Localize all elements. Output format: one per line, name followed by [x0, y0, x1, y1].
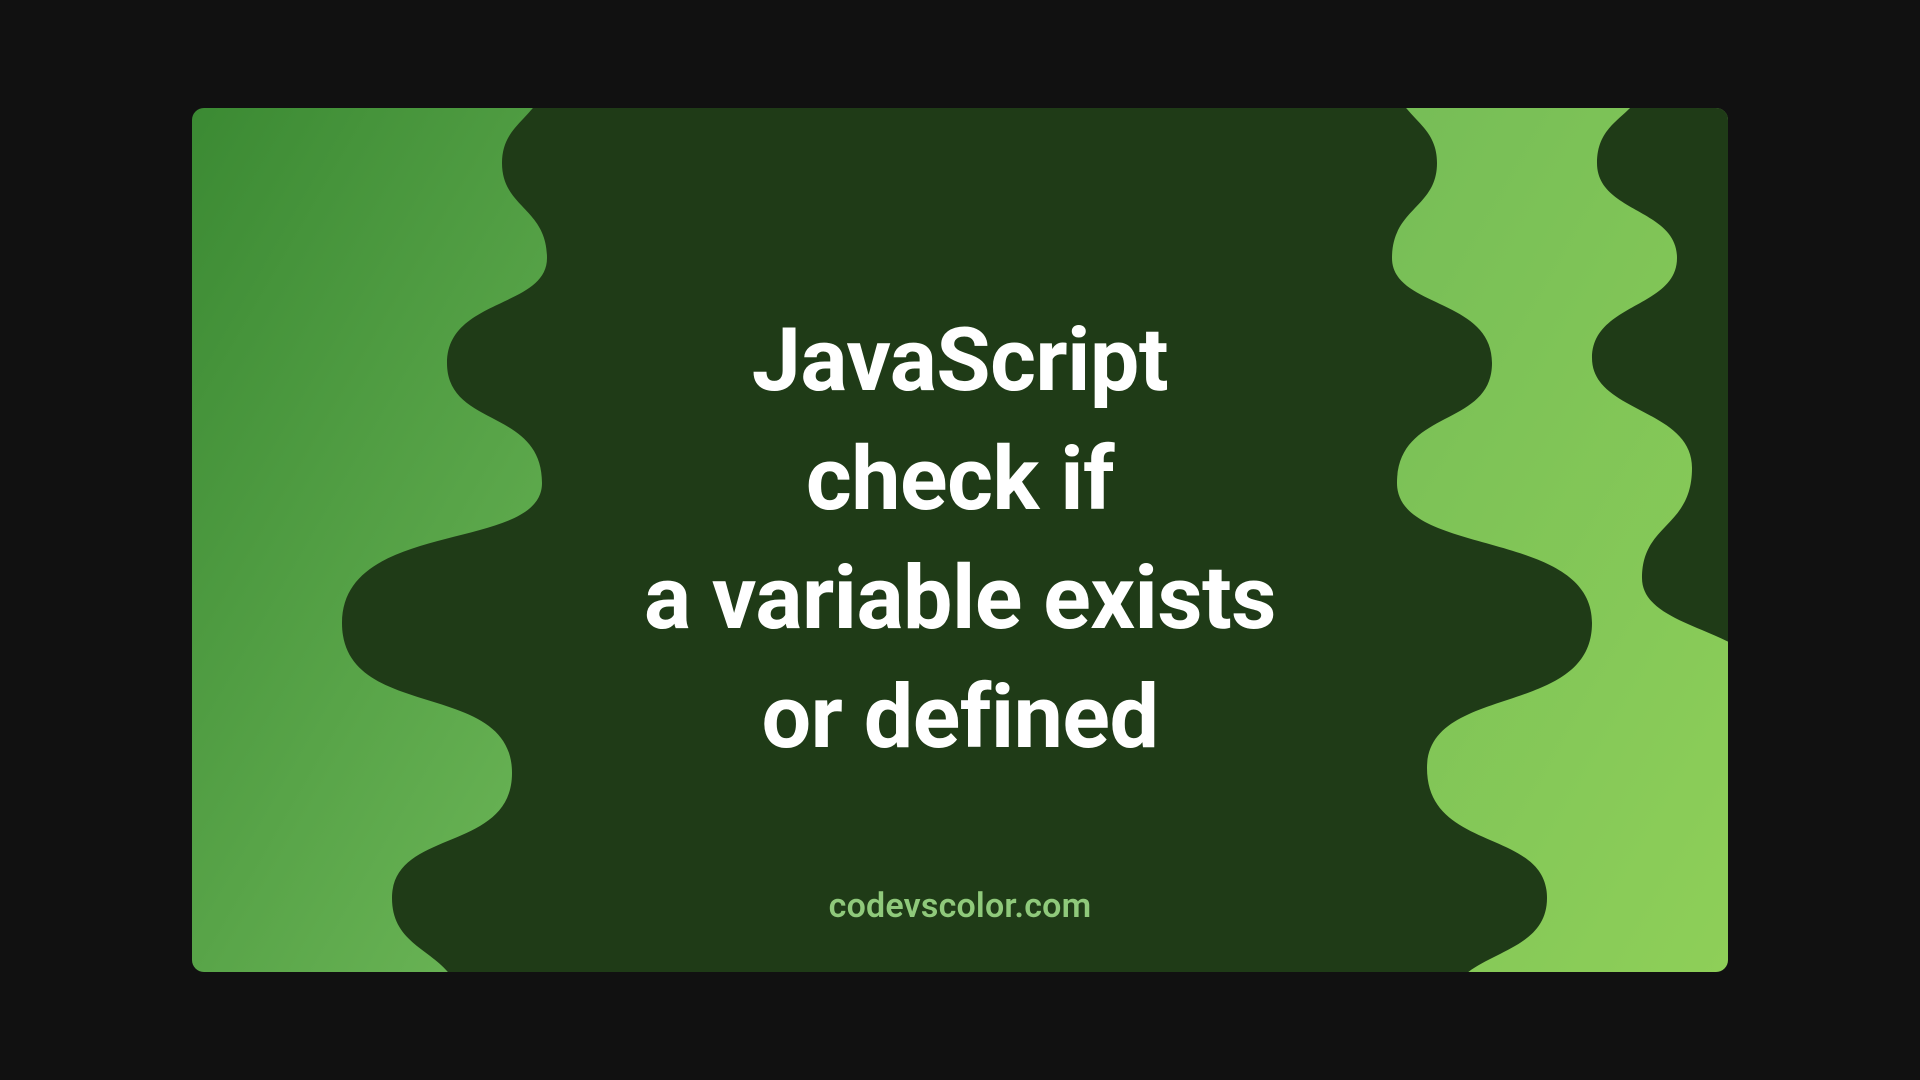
attribution-text: codevscolor.com — [192, 886, 1728, 926]
headline: JavaScript check if a variable exists or… — [644, 302, 1276, 777]
headline-line-3: a variable exists — [644, 540, 1276, 659]
headline-line-1: JavaScript — [644, 302, 1276, 421]
banner-card: JavaScript check if a variable exists or… — [192, 108, 1728, 972]
headline-line-2: check if — [644, 421, 1276, 540]
content-area: JavaScript check if a variable exists or… — [192, 108, 1728, 972]
headline-line-4: or defined — [644, 659, 1276, 778]
